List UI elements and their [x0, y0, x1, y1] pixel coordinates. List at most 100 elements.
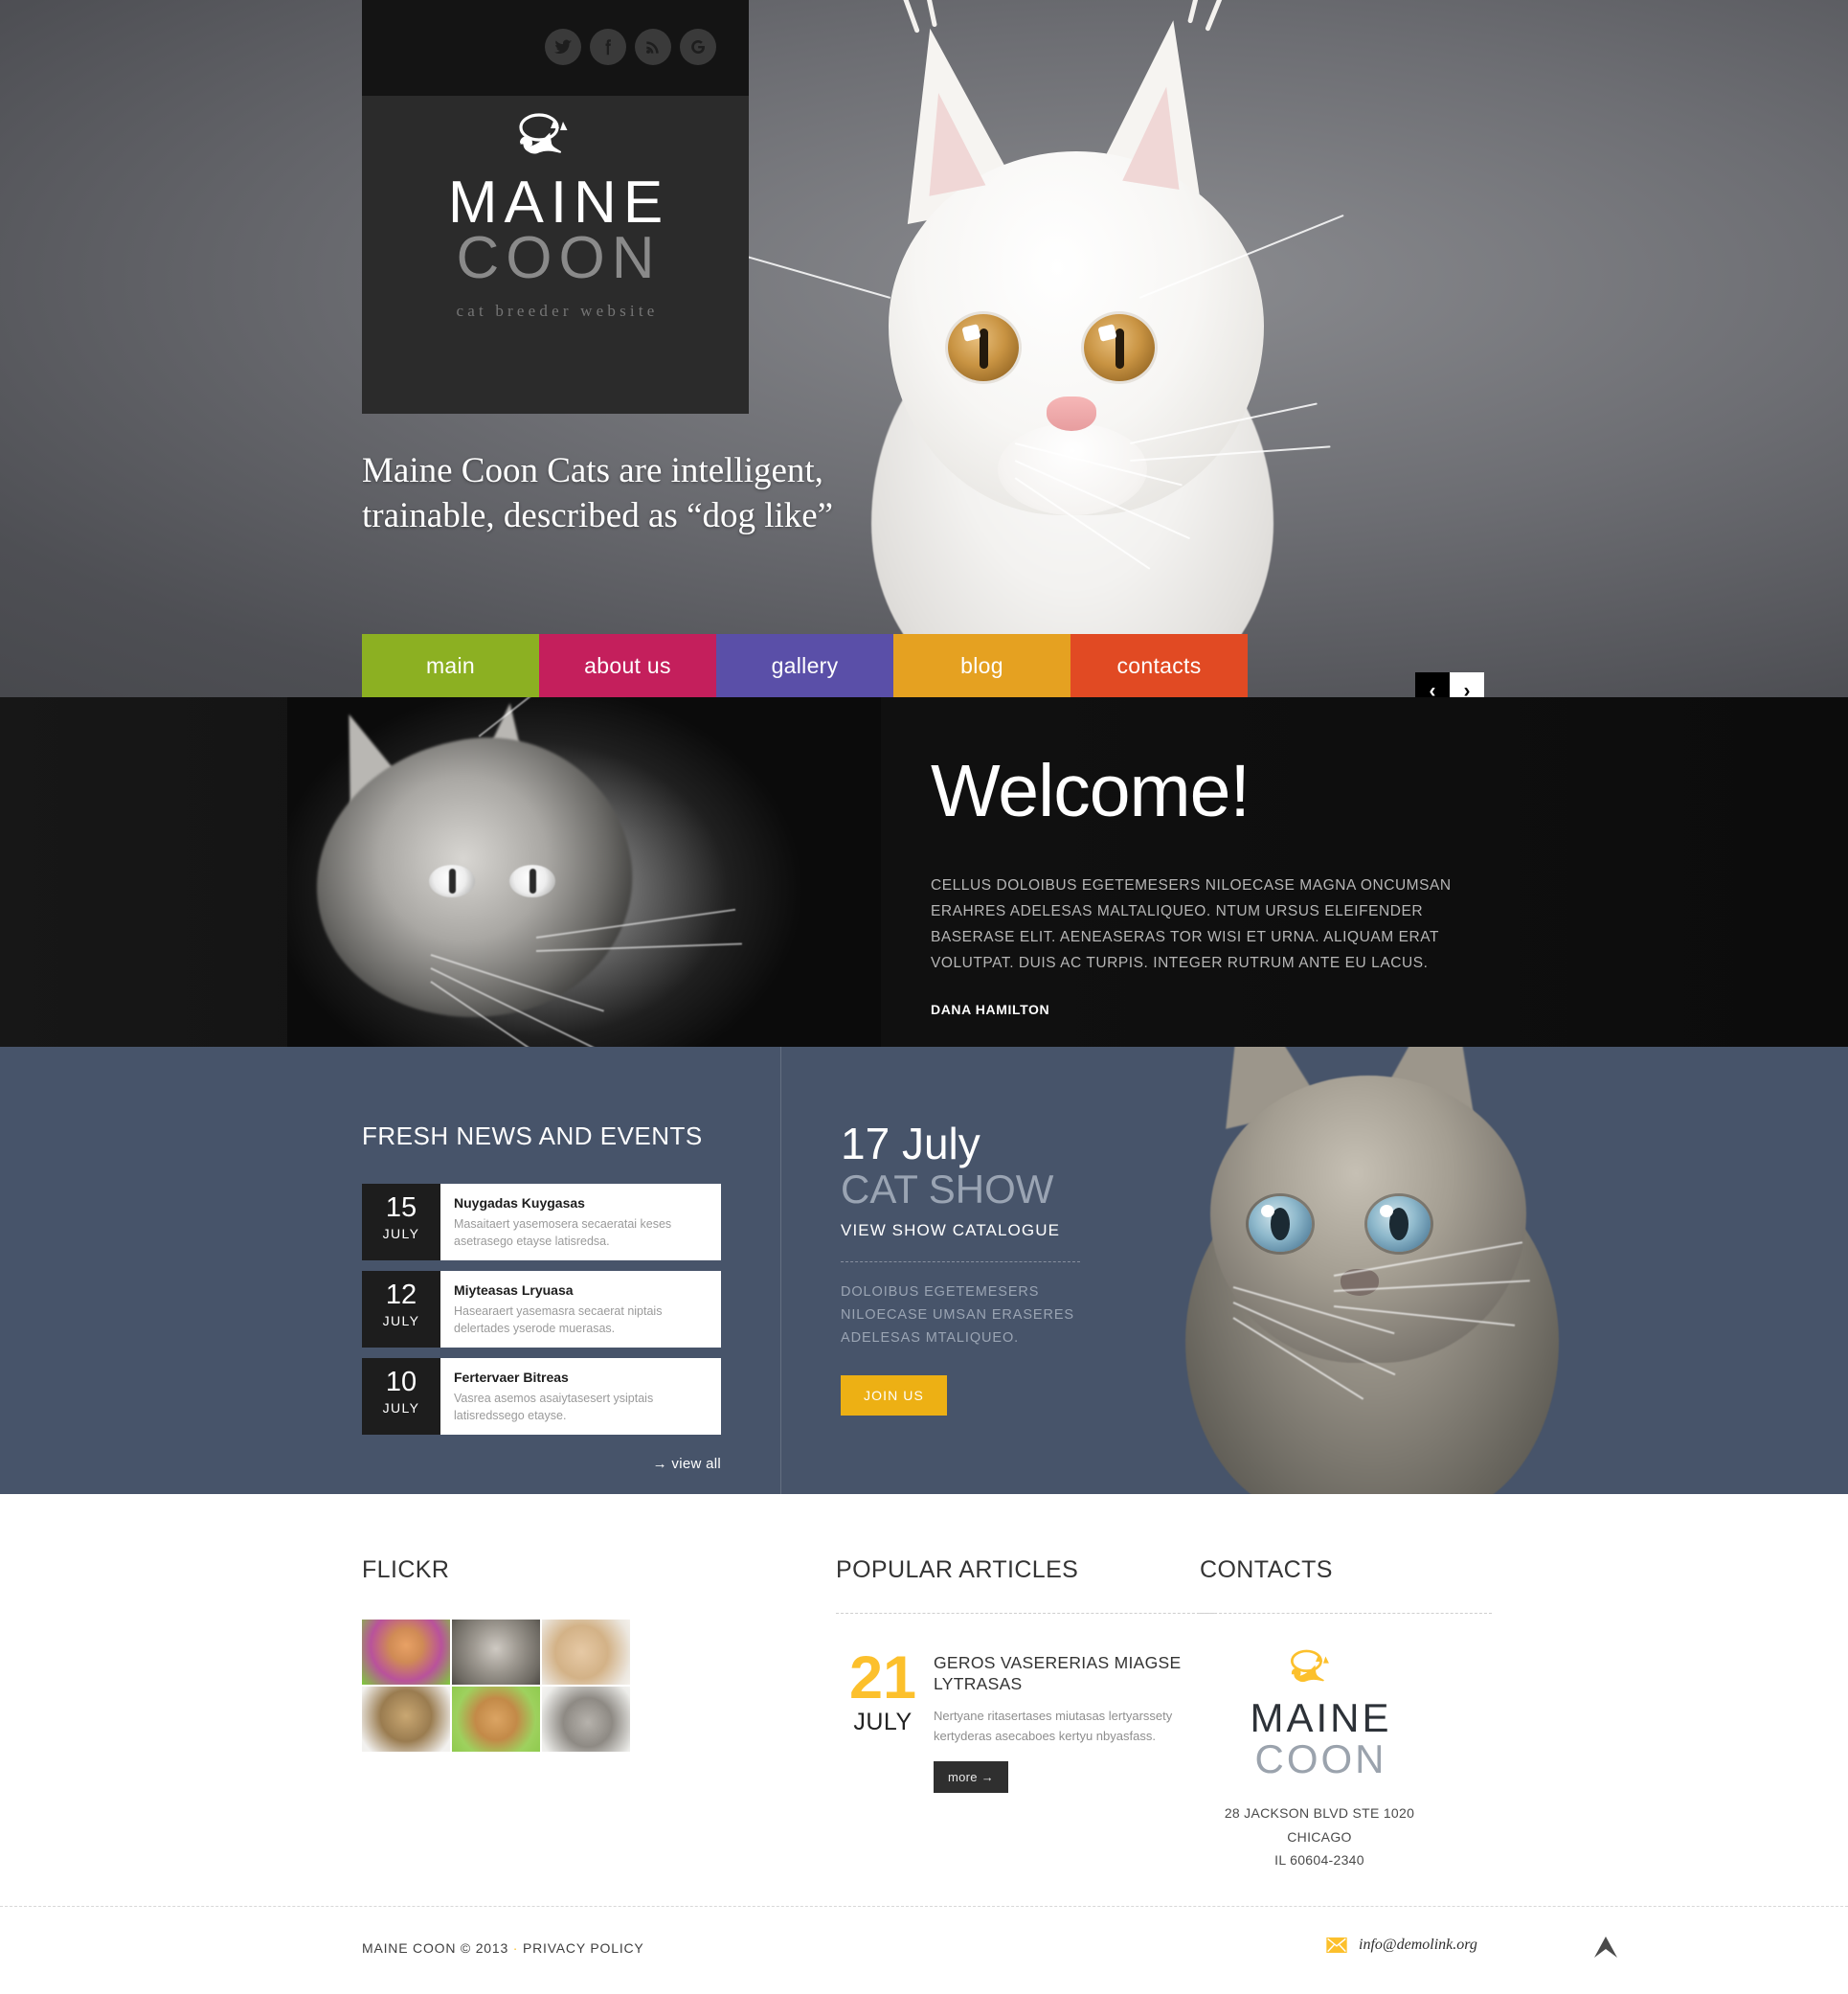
flickr-thumb-tabby-cat-portrait[interactable]: [362, 1687, 450, 1752]
flickr-thumb-gray-kitten-lying[interactable]: [542, 1687, 630, 1752]
news-desc: Hasearaert yasemasra secaerat niptais de…: [454, 1304, 663, 1336]
slider-next-button[interactable]: ›: [1450, 672, 1484, 697]
news-month: JULY: [382, 1226, 420, 1241]
article-day: 21: [848, 1644, 917, 1711]
news-view-all-link[interactable]: → view all: [362, 1456, 721, 1472]
article-more-button[interactable]: more →: [934, 1761, 1009, 1794]
nav-item-contacts[interactable]: contacts: [1070, 634, 1248, 697]
news-list-item[interactable]: 12 JULY Miyteasas Lryuasa Hasearaert yas…: [362, 1271, 721, 1348]
flickr-grid: [362, 1620, 745, 1752]
vertical-divider: [780, 1047, 781, 1494]
join-us-button[interactable]: JOIN US: [841, 1374, 947, 1416]
article-item: 21 JULY GEROS VASERERIAS MIAGSE LYTRASAS…: [836, 1644, 1214, 1794]
googleplus-icon[interactable]: [680, 29, 716, 65]
news-day: 10: [385, 1367, 417, 1397]
nav-item-blog[interactable]: blog: [893, 634, 1070, 697]
cat-show-block: 17 July CAT SHOW VIEW SHOW CATALOGUE DOL…: [841, 1047, 1559, 1494]
welcome-section: Welcome! CELLUS DOLOIBUS EGETEMESERS NIL…: [0, 697, 1848, 1047]
footer-logo-main: MAINE: [1250, 1695, 1392, 1740]
social-bar: [362, 0, 749, 96]
slider-controls: ‹ ›: [1415, 672, 1484, 697]
dashed-divider: [841, 1261, 1080, 1263]
welcome-title: Welcome!: [931, 750, 1251, 832]
footer-email-block: info@demolink.org: [1326, 1937, 1477, 1954]
news-desc: Masaitaert yasemosera secaeratai keses a…: [454, 1217, 672, 1249]
news-month: JULY: [382, 1313, 420, 1328]
news-heading: FRESH NEWS AND EVENTS: [362, 1122, 703, 1150]
logo-text-sub: COON: [456, 224, 662, 291]
news-desc: Vasrea asemos asaiytasesert ysiptais lat…: [454, 1392, 654, 1423]
article-title[interactable]: GEROS VASERERIAS MIAGSE LYTRASAS: [934, 1652, 1214, 1695]
facebook-icon[interactable]: [590, 29, 626, 65]
news-date: 15 JULY: [362, 1184, 440, 1260]
nav-item-about-us[interactable]: about us: [539, 634, 716, 697]
back-to-top-button[interactable]: [1589, 1935, 1622, 1964]
news-day: 15: [385, 1192, 417, 1223]
nav-item-gallery[interactable]: gallery: [716, 634, 893, 697]
footer-logo-sub: COON: [1254, 1736, 1387, 1781]
address-line-3: IL 60604-2340: [1274, 1852, 1364, 1869]
page-root: MAINE COON cat breeder website Maine Coo…: [0, 0, 1848, 1994]
contacts-column: CONTACTS MAINE COON 28 JACKSON BLVD STE …: [1200, 1556, 1492, 1872]
articles-heading: POPULAR ARTICLES: [836, 1556, 1079, 1583]
cat-show-catalogue[interactable]: VIEW SHOW CATALOGUE: [841, 1221, 1128, 1240]
footer-logo[interactable]: MAINE COON: [1200, 1648, 1439, 1780]
news-date: 10 JULY: [362, 1358, 440, 1435]
dashed-divider: [1200, 1613, 1492, 1614]
logo-text-main: MAINE: [447, 170, 670, 236]
nav-item-main[interactable]: main: [362, 634, 539, 697]
popular-articles-column: POPULAR ARTICLES 21 JULY GEROS VASERERIA…: [836, 1556, 1214, 1794]
news-month: JULY: [382, 1400, 420, 1416]
news-title[interactable]: Nuygadas Kuygasas: [454, 1195, 708, 1211]
news-title[interactable]: Fertervaer Bitreas: [454, 1370, 708, 1385]
logo-panel: MAINE COON cat breeder website: [362, 0, 749, 414]
flickr-thumb-ginger-cat-green-bg[interactable]: [452, 1687, 540, 1752]
hero-cat-image: [706, 0, 1417, 697]
address-line-2: CHICAGO: [1287, 1828, 1352, 1845]
cat-silhouette-icon: [1290, 1649, 1329, 1683]
bottom-bar: MAINE COON © 2013 · PRIVACY POLICY info@…: [0, 1906, 1848, 1994]
rss-icon[interactable]: [635, 29, 671, 65]
welcome-cat-image: [287, 697, 881, 1047]
slider-prev-button[interactable]: ‹: [1415, 672, 1450, 697]
hero-tagline: Maine Coon Cats are intelligent, trainab…: [362, 451, 834, 536]
cat-show-desc: DOLOIBUS EGETEMESERS NILOECASE UMSAN ERA…: [841, 1284, 1074, 1347]
cat-show-title: CAT SHOW: [841, 1167, 1054, 1212]
site-logo[interactable]: MAINE COON cat breeder website: [362, 113, 749, 321]
contacts-heading: CONTACTS: [1200, 1556, 1333, 1583]
hero-slider: MAINE COON cat breeder website Maine Coo…: [0, 0, 1848, 697]
cat-show-kitten-image: [1128, 1047, 1578, 1494]
separator-dot: ·: [512, 1940, 519, 1956]
privacy-policy-link[interactable]: PRIVACY POLICY: [523, 1940, 644, 1956]
flickr-heading: FLICKR: [362, 1556, 450, 1583]
cat-silhouette-icon: [519, 113, 568, 154]
fresh-news-block: FRESH NEWS AND EVENTS 15 JULY Nuygadas K…: [362, 1047, 764, 1472]
article-month: JULY: [853, 1709, 913, 1736]
news-date: 12 JULY: [362, 1271, 440, 1348]
dashed-divider: [0, 1906, 1848, 1907]
flickr-thumb-cream-persian-cat[interactable]: [542, 1620, 630, 1685]
chevron-up-icon: [1594, 1937, 1617, 1958]
news-list-item[interactable]: 10 JULY Fertervaer Bitreas Vasrea asemos…: [362, 1358, 721, 1435]
news-title[interactable]: Miyteasas Lryuasa: [454, 1282, 708, 1298]
dashed-divider: [836, 1613, 1214, 1614]
copyright-block: MAINE COON © 2013 · PRIVACY POLICY: [362, 1940, 644, 1956]
welcome-author: DANA HAMILTON: [931, 1001, 1050, 1017]
logo-tagline: cat breeder website: [456, 301, 659, 320]
twitter-icon[interactable]: [545, 29, 581, 65]
news-day: 12: [385, 1280, 417, 1310]
news-and-event-band: FRESH NEWS AND EVENTS 15 JULY Nuygadas K…: [0, 1047, 1848, 1494]
copyright-text: MAINE COON © 2013: [362, 1940, 509, 1956]
flickr-thumb-orange-kitten-grass[interactable]: [362, 1620, 450, 1685]
main-navigation: main about us gallery blog contacts: [362, 634, 1248, 697]
welcome-text-block: Welcome! CELLUS DOLOIBUS EGETEMESERS NIL…: [931, 755, 1505, 1017]
address-line-1: 28 JACKSON BLVD STE 1020: [1224, 1805, 1415, 1822]
footer-email-link[interactable]: info@demolink.org: [1359, 1937, 1477, 1954]
article-date: 21 JULY: [836, 1644, 930, 1793]
flickr-column: FLICKR: [362, 1556, 745, 1752]
cat-show-date: 17 July: [841, 1119, 980, 1168]
flickr-thumb-gray-fluffy-kitten[interactable]: [452, 1620, 540, 1685]
contacts-address: 28 JACKSON BLVD STE 1020 CHICAGO IL 6060…: [1200, 1801, 1439, 1872]
envelope-icon: [1326, 1937, 1347, 1953]
news-list-item[interactable]: 15 JULY Nuygadas Kuygasas Masaitaert yas…: [362, 1184, 721, 1260]
